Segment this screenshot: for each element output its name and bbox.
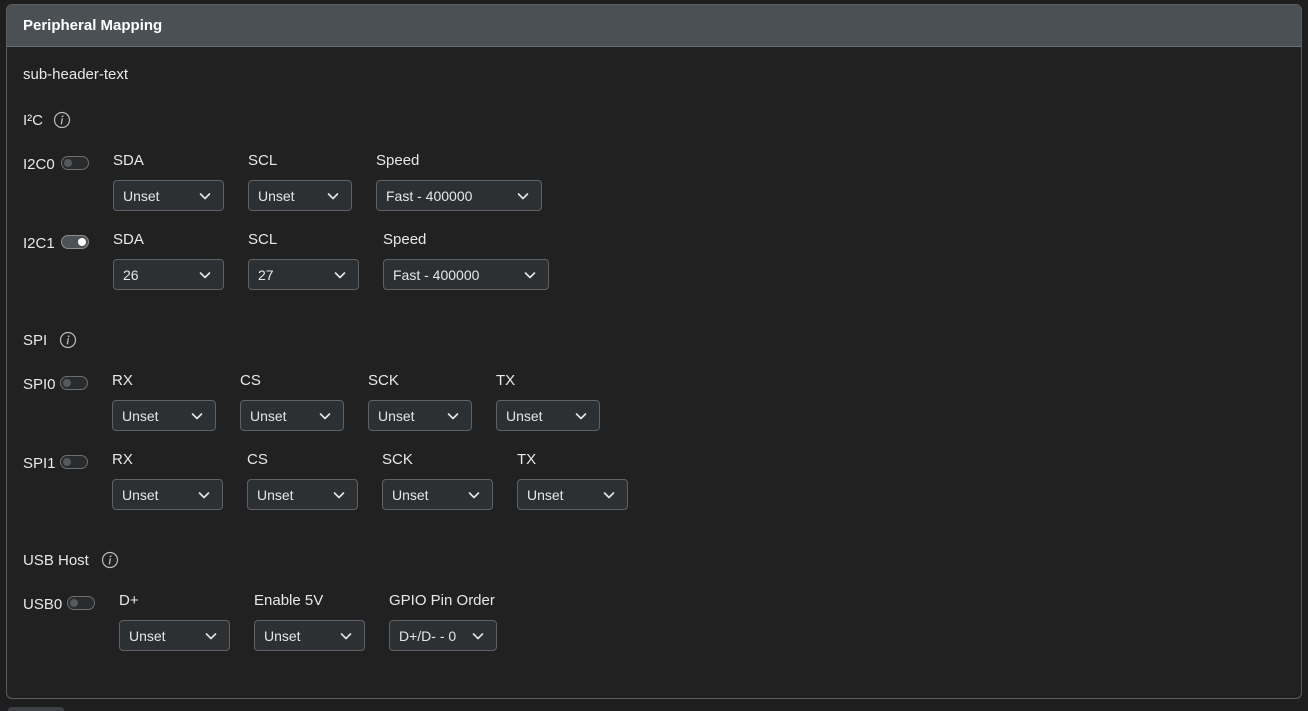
spi1-tx-select[interactable]: Unset <box>517 479 628 510</box>
spi0-cs-select[interactable]: Unset <box>240 400 344 431</box>
select-value: Unset <box>506 407 543 424</box>
select-value: Unset <box>258 187 295 204</box>
card-header: Peripheral Mapping <box>7 5 1301 47</box>
usb0-dplus-label: D+ <box>119 592 139 609</box>
usb0-order-select[interactable]: D+/D- - 0 <box>389 620 497 651</box>
chevron-down-icon <box>199 193 211 200</box>
toggle-knob <box>63 458 71 466</box>
i2c0-sda-select[interactable]: Unset <box>113 180 224 211</box>
usb0-enable5v-label: Enable 5V <box>254 592 324 609</box>
select-value: Fast - 400000 <box>393 266 480 283</box>
i2c1-toggle[interactable] <box>61 235 89 249</box>
spi1-label: SPI1 <box>23 455 56 472</box>
chevron-down-icon <box>517 193 529 200</box>
select-value: Unset <box>257 486 294 503</box>
usb0-toggle[interactable] <box>67 596 95 610</box>
usb0-order-label: GPIO Pin Order <box>389 592 495 609</box>
spi1-sck-select[interactable]: Unset <box>382 479 493 510</box>
usb-section-title: USB Host <box>23 551 119 569</box>
i2c0-scl-label: SCL <box>248 152 278 169</box>
spi1-rx-select[interactable]: Unset <box>112 479 223 510</box>
select-value: Unset <box>250 407 287 424</box>
info-icon[interactable] <box>59 331 77 349</box>
chevron-down-icon <box>327 193 339 200</box>
usb0-dplus-select[interactable]: Unset <box>119 620 230 651</box>
chevron-down-icon <box>205 633 217 640</box>
i2c0-toggle[interactable] <box>61 156 89 170</box>
usb-title: USB Host <box>23 551 89 569</box>
chevron-down-icon <box>524 272 536 279</box>
toggle-knob <box>70 599 78 607</box>
select-value: Unset <box>129 627 166 644</box>
toggle-knob <box>63 379 71 387</box>
spi1-cs-label: CS <box>247 451 268 468</box>
select-value: Unset <box>378 407 415 424</box>
chevron-down-icon <box>191 413 203 420</box>
spi1-toggle[interactable] <box>60 455 88 469</box>
select-value: 26 <box>123 266 139 283</box>
spi0-sck-label: SCK <box>368 372 399 389</box>
spi0-label: SPI0 <box>23 376 56 393</box>
i2c1-speed-label: Speed <box>383 231 427 248</box>
i2c-title: I²C <box>23 111 43 129</box>
i2c1-speed-select[interactable]: Fast - 400000 <box>383 259 549 290</box>
info-icon[interactable] <box>101 551 119 569</box>
chevron-down-icon <box>575 413 587 420</box>
select-value: Unset <box>527 486 564 503</box>
i2c1-sda-select[interactable]: 26 <box>113 259 224 290</box>
i2c0-scl-select[interactable]: Unset <box>248 180 352 211</box>
spi-section-title: SPI <box>23 331 77 349</box>
select-value: D+/D- - 0 <box>399 627 457 644</box>
select-value: 27 <box>258 266 274 283</box>
toggle-knob <box>64 159 72 167</box>
spi1-tx-label: TX <box>517 451 537 468</box>
select-value: Fast - 400000 <box>386 187 473 204</box>
spi0-rx-select[interactable]: Unset <box>112 400 216 431</box>
select-value: Unset <box>264 627 301 644</box>
chevron-down-icon <box>334 272 346 279</box>
usb0-label: USB0 <box>23 596 63 613</box>
chevron-down-icon <box>447 413 459 420</box>
spi1-cs-select[interactable]: Unset <box>247 479 358 510</box>
spi0-toggle[interactable] <box>60 376 88 390</box>
card-title: Peripheral Mapping <box>23 17 163 34</box>
i2c1-label: I2C1 <box>23 235 55 252</box>
usb0-enable5v-select[interactable]: Unset <box>254 620 365 651</box>
chevron-down-icon <box>199 272 211 279</box>
spi0-cs-label: CS <box>240 372 261 389</box>
chevron-down-icon <box>472 633 484 640</box>
chevron-down-icon <box>319 413 331 420</box>
chevron-down-icon <box>340 633 352 640</box>
toggle-knob <box>78 238 86 246</box>
spi1-sck-label: SCK <box>382 451 413 468</box>
spi0-sck-select[interactable]: Unset <box>368 400 472 431</box>
info-icon[interactable] <box>53 111 71 129</box>
select-value: Unset <box>122 407 159 424</box>
spi-title: SPI <box>23 331 48 349</box>
spi0-tx-select[interactable]: Unset <box>496 400 600 431</box>
select-value: Unset <box>123 187 160 204</box>
spi0-tx-label: TX <box>496 372 516 389</box>
i2c-section-title: I²C <box>23 111 71 129</box>
spi0-rx-label: RX <box>112 372 133 389</box>
i2c1-scl-select[interactable]: 27 <box>248 259 359 290</box>
i2c1-sda-label: SDA <box>113 231 144 248</box>
select-value: Unset <box>122 486 159 503</box>
i2c0-sda-label: SDA <box>113 152 144 169</box>
i2c0-label: I2C0 <box>23 156 55 173</box>
i2c0-speed-label: Speed <box>376 152 420 169</box>
bottom-tab-edge <box>8 707 64 711</box>
chevron-down-icon <box>333 492 345 499</box>
chevron-down-icon <box>603 492 615 499</box>
sub-header-text: sub-header-text <box>23 66 129 83</box>
spi1-rx-label: RX <box>112 451 133 468</box>
peripheral-mapping-card: Peripheral Mapping <box>6 4 1302 699</box>
chevron-down-icon <box>468 492 480 499</box>
i2c0-speed-select[interactable]: Fast - 400000 <box>376 180 542 211</box>
select-value: Unset <box>392 486 429 503</box>
i2c1-scl-label: SCL <box>248 231 278 248</box>
chevron-down-icon <box>198 492 210 499</box>
